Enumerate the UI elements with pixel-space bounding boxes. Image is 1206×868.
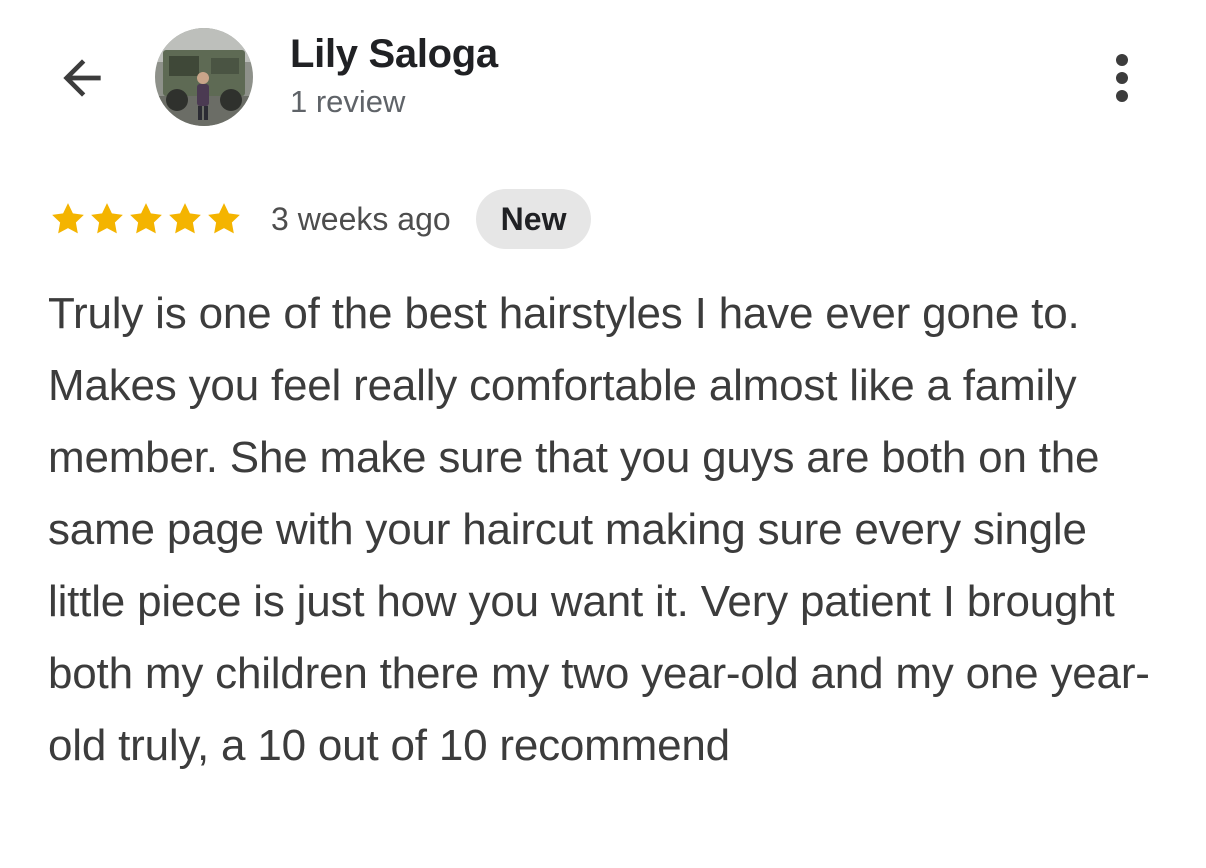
star-icon [52, 203, 84, 234]
more-options-button[interactable] [1100, 48, 1144, 108]
star-icon [91, 203, 123, 234]
user-avatar-photo [155, 28, 253, 126]
star-icon [169, 203, 201, 234]
star-icon [208, 203, 240, 234]
reviewer-review-count: 1 review [290, 84, 406, 119]
back-button[interactable] [52, 48, 112, 108]
new-badge: New [475, 189, 592, 249]
review-text: Truly is one of the best hairstyles I ha… [48, 289, 1150, 770]
arrow-left-icon [63, 59, 101, 97]
rating-row: 3 weeks ago New [48, 188, 592, 250]
star-rating [48, 199, 243, 239]
more-vertical-icon [1116, 54, 1128, 102]
reviewer-name[interactable]: Lily Saloga [290, 32, 498, 77]
avatar[interactable] [155, 28, 253, 126]
star-icon [130, 203, 162, 234]
review-time: 3 weeks ago [271, 200, 451, 237]
